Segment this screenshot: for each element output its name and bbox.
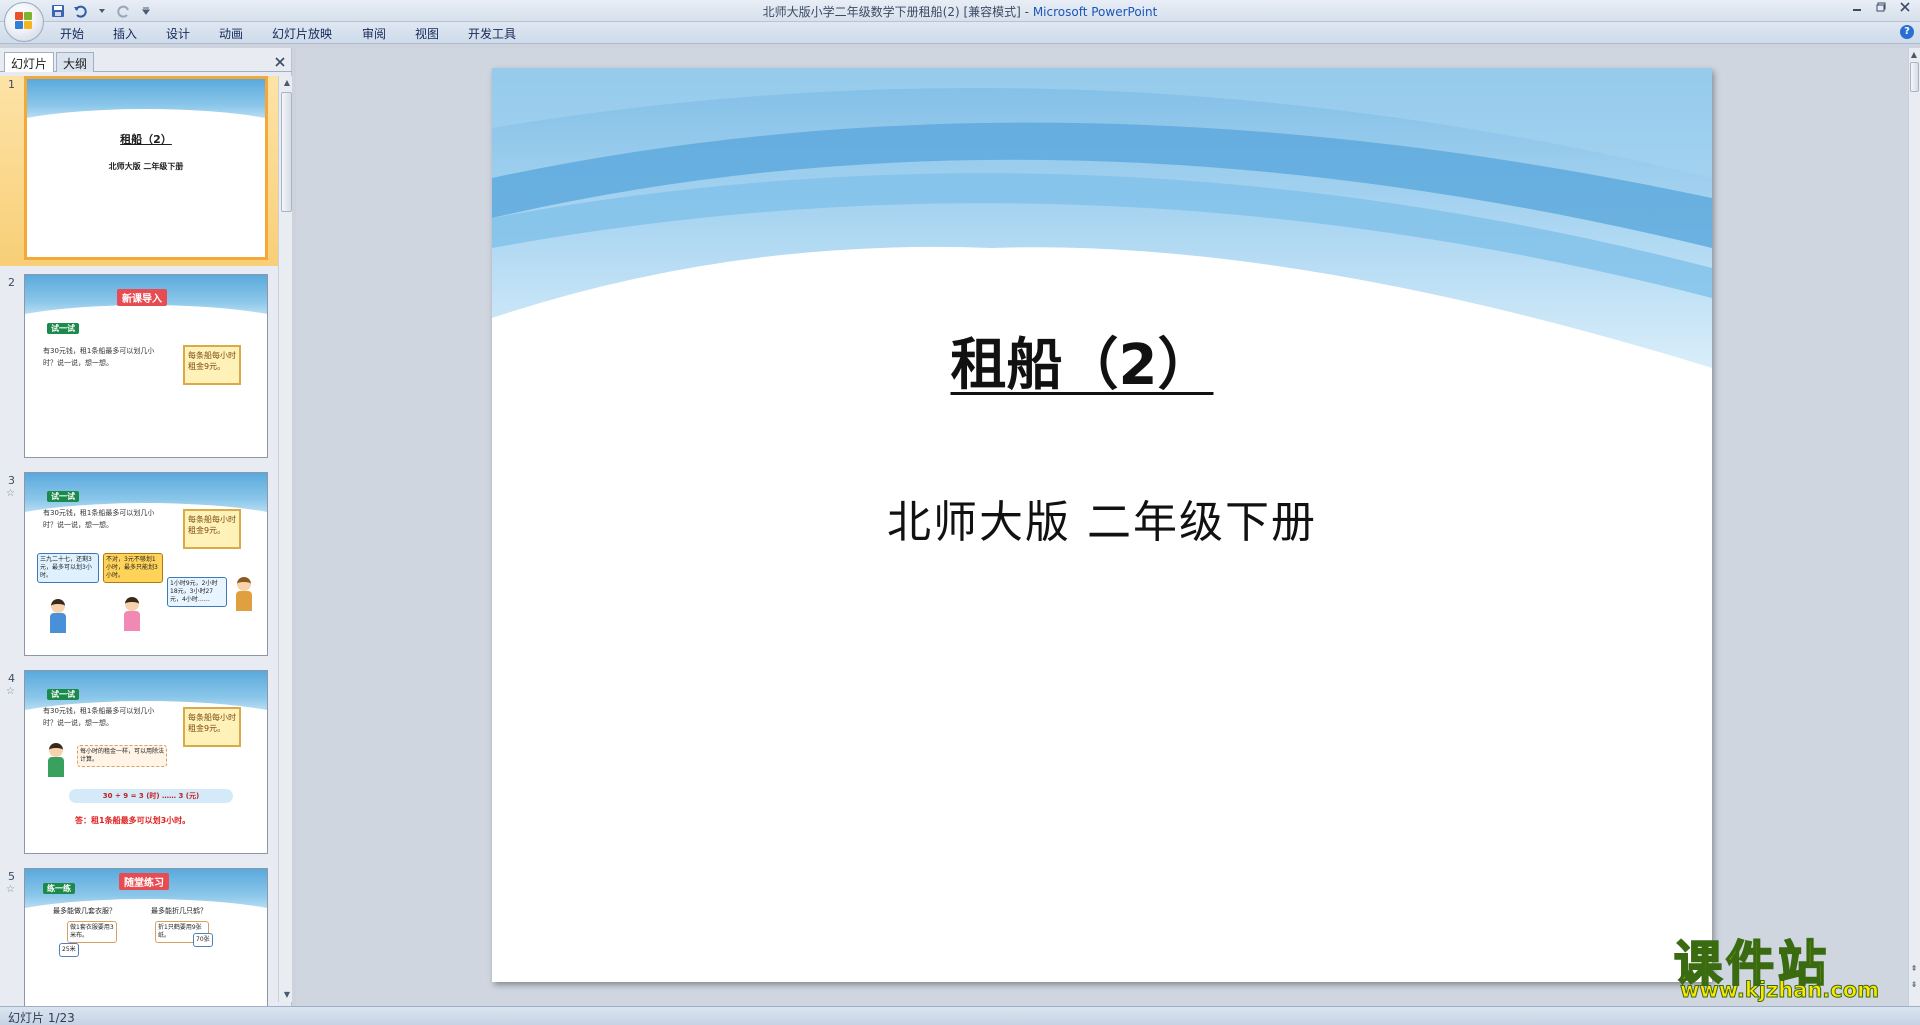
animation-star-icon: ☆ xyxy=(6,884,15,895)
tab-insert[interactable]: 插入 xyxy=(113,25,137,42)
thumbnail-number: 4 xyxy=(8,672,15,685)
tab-outline[interactable]: 大纲 xyxy=(56,52,95,72)
slide-title[interactable]: 租船（2） xyxy=(492,320,1712,401)
tab-developer[interactable]: 开发工具 xyxy=(468,25,516,42)
boy-figure-icon xyxy=(45,743,67,777)
close-button[interactable] xyxy=(1894,2,1916,18)
scroll-up-icon[interactable]: ▲ xyxy=(280,76,294,90)
current-slide[interactable]: 租船（2） 北师大版 二年级下册 xyxy=(492,68,1712,982)
thumbnail-banner: 随堂练习 xyxy=(119,873,169,890)
thumbnail-2[interactable]: 2 新课导入 试一试 有30元钱，租1条船最多可以划几小时？说一说，想一想。 每… xyxy=(0,274,278,464)
thumbnail-note: 每条船每小时租金9元。 xyxy=(183,345,241,385)
window-controls xyxy=(1846,2,1916,18)
thumbnail-preview: 新课导入 试一试 有30元钱，租1条船最多可以划几小时？说一说，想一想。 每条船… xyxy=(24,274,268,458)
thumbnail-4[interactable]: 4 ☆ 试一试 有30元钱，租1条船最多可以划几小时？说一说，想一想。 每条船每… xyxy=(0,670,278,860)
thumbnail-hint: 做1套衣服要用3米布。 xyxy=(67,921,117,943)
slide-thumbnail-list: 1 租船（2） 北师大版 二年级下册 2 新课导入 试一试 有30元钱，租1条船… xyxy=(0,76,278,1006)
thumbnail-question: 有30元钱，租1条船最多可以划几小时？说一说，想一想。 xyxy=(43,509,155,529)
watermark-logo: 课件站 www.kjzhan.com xyxy=(1668,924,1908,1006)
tab-design[interactable]: 设计 xyxy=(166,25,190,42)
thumbnail-bubble: 1小时9元，2小时18元，3小时27元，4小时…… xyxy=(167,577,227,607)
thumbnail-number: 3 xyxy=(8,474,15,487)
thumbnail-question: 最多能做几套衣服？ xyxy=(53,907,116,915)
thumbnail-preview: 租船（2） 北师大版 二年级下册 xyxy=(24,76,268,260)
animation-star-icon: ☆ xyxy=(6,686,15,697)
mascot-figure-icon xyxy=(233,577,255,611)
tab-view[interactable]: 视图 xyxy=(415,25,439,42)
tab-home[interactable]: 开始 xyxy=(60,25,84,42)
girl-figure-icon xyxy=(121,597,143,631)
thumbnail-question: 有30元钱，租1条船最多可以划几小时？说一说，想一想。 xyxy=(43,707,155,727)
slide-editing-area: 租船（2） 北师大版 二年级下册 xyxy=(296,48,1908,1006)
office-logo-icon xyxy=(15,12,33,30)
thumbnail-subtitle: 北师大版 二年级下册 xyxy=(108,162,184,171)
window-title: 北师大版小学二年级数学下册租船(2) [兼容模式] - Microsoft Po… xyxy=(762,5,1158,19)
previous-slide-icon[interactable]: ⇞ xyxy=(1908,962,1920,976)
thumbnail-5[interactable]: 5 ☆ 随堂练习 练一练 最多能做几套衣服？ 最多能折几只鹤？ 做1套衣服要用3… xyxy=(0,868,278,1006)
help-icon[interactable]: ? xyxy=(1900,25,1914,39)
thumbnail-3[interactable]: 3 ☆ 试一试 有30元钱，租1条船最多可以划几小时？说一说，想一想。 每条船每… xyxy=(0,472,278,662)
tab-slides[interactable]: 幻灯片 xyxy=(4,52,55,72)
thumbnail-number: 5 xyxy=(8,870,15,883)
slide-indicator: 幻灯片 1/23 xyxy=(8,1011,75,1025)
scroll-down-icon[interactable]: ▼ xyxy=(280,988,294,1002)
next-slide-icon[interactable]: ⇟ xyxy=(1908,978,1920,992)
panel-tab-bar: 幻灯片 大纲 xyxy=(0,52,292,72)
thumbnail-note: 每条船每小时租金9元。 xyxy=(183,707,241,747)
thumbnail-1[interactable]: 1 租船（2） 北师大版 二年级下册 xyxy=(0,76,278,266)
slides-panel: 幻灯片 大纲 1 租船（2） 北师大版 二年级下册 2 新课导入 试一试 有30… xyxy=(0,48,292,1006)
tab-animations[interactable]: 动画 xyxy=(219,25,243,42)
close-panel-icon[interactable] xyxy=(274,56,286,68)
restore-button[interactable] xyxy=(1870,2,1892,18)
thumbnail-question: 有30元钱，租1条船最多可以划几小时？说一说，想一想。 xyxy=(43,347,155,367)
thumbnail-scrollbar[interactable]: ▲ ▼ xyxy=(278,76,292,1002)
thumbnail-question: 最多能折几只鹤？ xyxy=(151,907,207,915)
thumbnail-tag: 试一试 xyxy=(47,323,79,334)
scroll-thumb[interactable] xyxy=(281,92,292,212)
app-name: Microsoft PowerPoint xyxy=(1032,5,1158,19)
thumbnail-note: 每条船每小时租金9元。 xyxy=(183,509,241,549)
editor-scrollbar[interactable]: ▲ ⇞ ⇟ xyxy=(1908,48,1920,1006)
tab-slide-show[interactable]: 幻灯片放映 xyxy=(272,25,332,42)
thumbnail-equation: 30 ÷ 9 = 3 (时) …… 3 (元) xyxy=(69,789,233,803)
ribbon-tab-bar: 开始 插入 设计 动画 幻灯片放映 审阅 视图 开发工具 ? xyxy=(0,22,1920,44)
thumbnail-price: 70张 xyxy=(193,933,213,947)
thumbnail-number: 2 xyxy=(8,276,15,289)
thumbnail-preview: 试一试 有30元钱，租1条船最多可以划几小时？说一说，想一想。 每条船每小时租金… xyxy=(24,472,268,656)
office-button[interactable] xyxy=(4,2,44,42)
thumbnail-tag: 试一试 xyxy=(47,491,79,502)
thumbnail-bubble: 每小时的租金一样，可以用除法计算。 xyxy=(77,745,167,767)
tab-review[interactable]: 审阅 xyxy=(362,25,386,42)
thumbnail-price: 25米 xyxy=(59,943,79,957)
scroll-up-icon[interactable]: ▲ xyxy=(1908,48,1920,62)
thumbnail-preview: 随堂练习 练一练 最多能做几套衣服？ 最多能折几只鹤？ 做1套衣服要用3米布。 … xyxy=(24,868,268,1006)
thumbnail-bubble: 三九二十七，还剩3元，最多可以划3小时。 xyxy=(37,553,99,583)
minimize-button[interactable] xyxy=(1846,2,1868,18)
document-title: 北师大版小学二年级数学下册租船(2) [兼容模式] xyxy=(762,5,1021,19)
thumbnail-bubble: 不对，3元不够划1小时，最多只能划3小时。 xyxy=(103,553,163,583)
thumbnail-banner: 新课导入 xyxy=(117,289,167,306)
title-bar: 北师大版小学二年级数学下册租船(2) [兼容模式] - Microsoft Po… xyxy=(0,0,1920,22)
boy-figure-icon xyxy=(47,599,69,633)
thumbnail-tag: 练一练 xyxy=(43,883,75,894)
thumbnail-answer: 答：租1条船最多可以划3小时。 xyxy=(75,816,191,825)
thumbnail-preview: 试一试 有30元钱，租1条船最多可以划几小时？说一说，想一想。 每条船每小时租金… xyxy=(24,670,268,854)
scroll-thumb[interactable] xyxy=(1910,62,1919,92)
watermark-url: www.kjzhan.com xyxy=(1679,978,1880,1003)
thumbnail-tag: 试一试 xyxy=(47,689,79,700)
thumbnail-number: 1 xyxy=(8,78,15,91)
animation-star-icon: ☆ xyxy=(6,488,15,499)
slide-subtitle[interactable]: 北师大版 二年级下册 xyxy=(492,486,1712,550)
status-bar: 幻灯片 1/23 xyxy=(0,1006,1920,1025)
thumbnail-title: 租船（2） xyxy=(120,133,172,146)
